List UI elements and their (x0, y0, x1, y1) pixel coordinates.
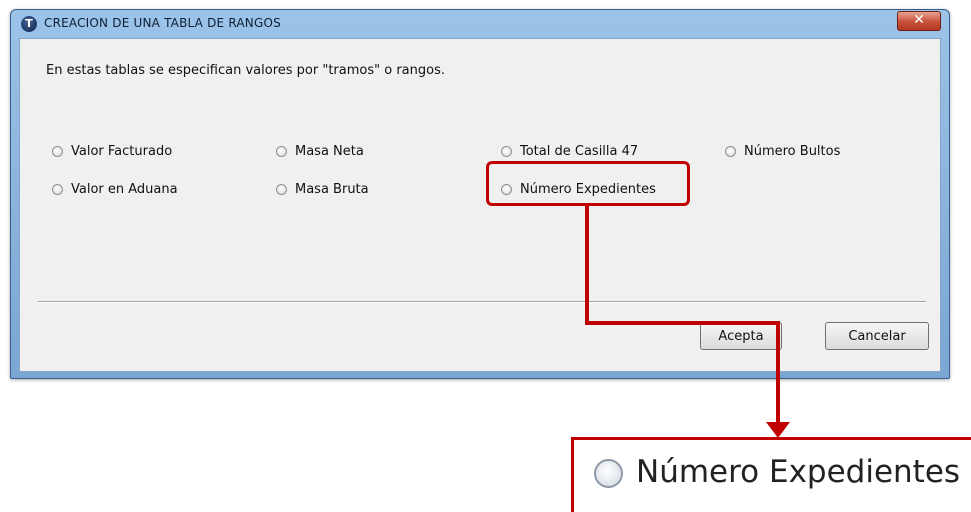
dialog-window: T CREACION DE UNA TABLA DE RANGOS ✕ En e… (10, 9, 950, 379)
radio-numero-bultos[interactable]: Número Bultos (725, 144, 840, 159)
radio-masa-neta[interactable]: Masa Neta (276, 144, 364, 159)
radio-button-icon[interactable] (501, 146, 512, 157)
radio-label: Valor en Aduana (71, 182, 178, 197)
radio-valor-aduana[interactable]: Valor en Aduana (52, 182, 178, 197)
window-title: CREACION DE UNA TABLA DE RANGOS (44, 16, 281, 30)
app-logo-icon: T (21, 16, 37, 32)
radio-label: Valor Facturado (71, 144, 173, 159)
zoom-label: Número Expedientes (636, 454, 961, 490)
title-bar[interactable]: T CREACION DE UNA TABLA DE RANGOS ✕ (11, 10, 949, 38)
radio-label: Masa Bruta (295, 182, 369, 197)
arrow-segment (776, 321, 780, 425)
description-text: En estas tablas se especifican valores p… (46, 63, 445, 78)
radio-valor-facturado[interactable]: Valor Facturado (52, 144, 172, 159)
dialog-content: En estas tablas se especifican valores p… (19, 38, 941, 372)
radio-button-icon (594, 459, 623, 488)
radio-button-icon[interactable] (52, 184, 63, 195)
zoom-callout: Número Expedientes (571, 437, 971, 512)
arrow-head-icon (766, 422, 790, 438)
radio-total-casilla-47[interactable]: Total de Casilla 47 (501, 144, 638, 159)
radio-masa-bruta[interactable]: Masa Bruta (276, 182, 369, 197)
radio-label: Número Bultos (744, 144, 841, 159)
radio-button-icon[interactable] (276, 146, 287, 157)
highlight-box (486, 161, 690, 206)
radio-label: Total de Casilla 47 (520, 144, 639, 159)
radio-button-icon[interactable] (276, 184, 287, 195)
radio-label: Masa Neta (295, 144, 364, 159)
accept-button[interactable]: Acepta (700, 322, 782, 350)
separator (38, 301, 926, 303)
close-button[interactable]: ✕ (897, 11, 941, 31)
arrow-segment (585, 206, 589, 324)
arrow-segment (585, 321, 776, 325)
cancel-button[interactable]: Cancelar (825, 322, 929, 350)
radio-button-icon[interactable] (725, 146, 736, 157)
radio-button-icon[interactable] (52, 146, 63, 157)
